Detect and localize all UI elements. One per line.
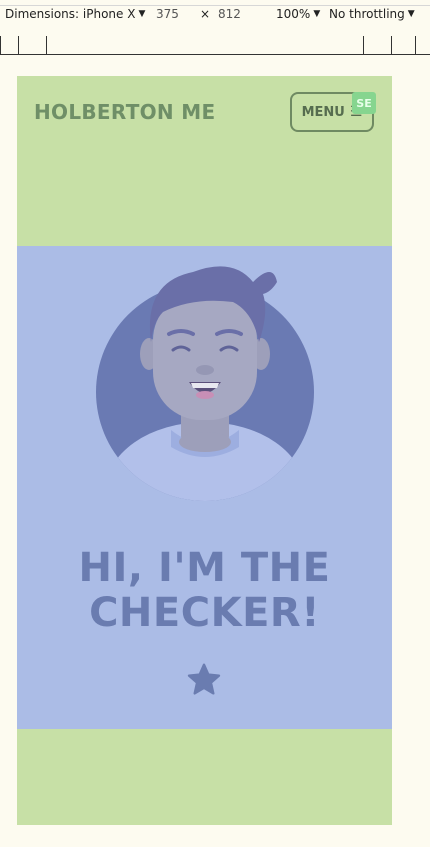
ruler-tick: [363, 36, 364, 54]
zoom-select[interactable]: 100% ▼: [276, 7, 320, 21]
ruler-tick: [0, 36, 1, 54]
badge-text: SE: [356, 96, 372, 110]
smiling-person-avatar-icon: [96, 266, 314, 501]
menu-label: MENU: [301, 104, 345, 120]
height-input[interactable]: 812: [218, 7, 241, 21]
ruler-tick: [391, 36, 392, 54]
media-query-ruler[interactable]: [0, 36, 430, 55]
ruler-tick: [415, 36, 416, 54]
width-value: 375: [156, 7, 179, 21]
throttling-select[interactable]: No throttling ▼: [329, 7, 415, 21]
chevron-down-icon: ▼: [138, 9, 146, 19]
hero-title-line2: CHECKER!: [89, 590, 320, 636]
times-sign: ×: [200, 7, 210, 21]
avatar: [93, 252, 317, 502]
dimensions-label: Dimensions: iPhone X: [5, 7, 136, 21]
device-viewport: HOLBERTON ME MENU ☰ SE: [17, 76, 392, 825]
extension-badge-icon[interactable]: SE: [352, 92, 376, 114]
times-label: ×: [200, 7, 211, 21]
brand-logo-text[interactable]: HOLBERTON ME: [34, 100, 215, 124]
chevron-down-icon: ▼: [407, 9, 415, 19]
hero-title-line1: HI, I'M THE: [78, 545, 331, 591]
star-icon: [187, 663, 221, 695]
dimensions-select[interactable]: Dimensions: iPhone X ▼: [5, 7, 145, 21]
chevron-down-icon: ▼: [313, 9, 321, 19]
throttling-label: No throttling: [329, 7, 405, 21]
zoom-label: 100%: [276, 7, 311, 21]
width-input[interactable]: 375: [156, 7, 179, 21]
ruler-tick: [46, 36, 47, 54]
hero-section: HI, I'M THE CHECKER!: [17, 246, 392, 729]
site-header: HOLBERTON ME MENU ☰ SE: [17, 76, 392, 246]
toolbar-divider: [0, 5, 430, 6]
ruler-tick: [18, 36, 19, 54]
height-value: 812: [218, 7, 241, 21]
device-toolbar: Dimensions: iPhone X ▼ 375 × 812 100% ▼ …: [0, 0, 430, 37]
hero-title: HI, I'M THE CHECKER!: [17, 546, 392, 636]
